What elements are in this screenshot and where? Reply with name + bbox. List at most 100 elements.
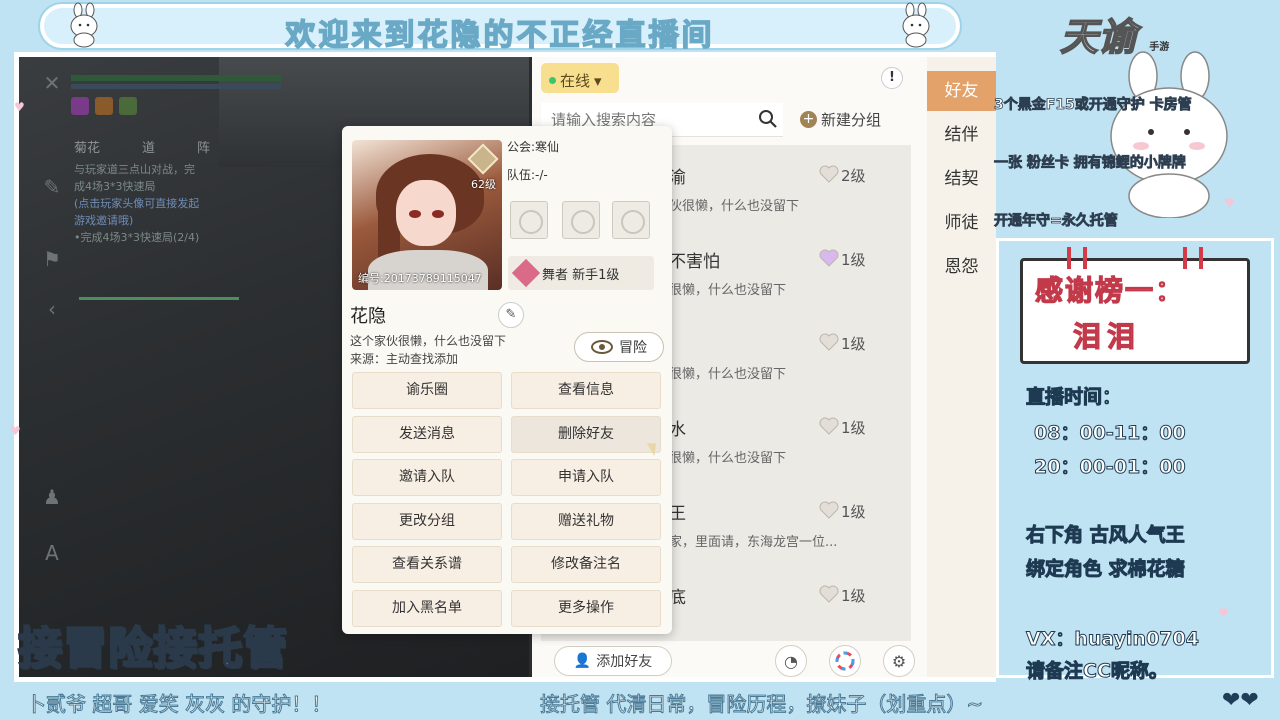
friend-panel-footer: 👤 添加好友 ◔ ⚙ — [532, 641, 927, 677]
friend-signature: 家，里面请，东海龙宫一位... — [669, 535, 838, 550]
scroll-icon[interactable]: ✎ — [37, 175, 67, 205]
equip-slot[interactable] — [510, 201, 548, 239]
flag-icon[interactable]: ⚑ — [37, 247, 67, 277]
quest-tab[interactable]: 阵 — [197, 137, 210, 156]
friend-level: 1级 — [841, 503, 866, 521]
edit-icon[interactable]: ✎ — [498, 302, 524, 328]
color-wheel-icon — [835, 651, 855, 671]
search-icon[interactable] — [758, 109, 778, 129]
pin-icon — [1183, 247, 1187, 269]
avatar-face — [396, 180, 456, 246]
profile-card: 62级 编号:20173789115047 公会:寒仙 队伍:-/- 舞者 新手… — [342, 126, 672, 634]
vx-contact: VX：huayin0704 — [1026, 628, 1200, 651]
bunny-mascot-icon — [902, 2, 930, 48]
heart-decor-icon: ♥ — [1218, 606, 1229, 620]
action-button[interactable]: 发送消息 — [352, 415, 502, 453]
action-button[interactable]: 查看关系谱 — [352, 546, 502, 583]
online-status-dropdown[interactable]: 在线 ▾ — [541, 63, 619, 93]
action-button[interactable]: 更多操作 — [511, 589, 661, 627]
hp-bar — [71, 75, 281, 81]
quest-tabs: 菊花 道 阵 — [74, 137, 210, 156]
action-button[interactable]: 谕乐圈 — [352, 372, 502, 409]
action-button[interactable]: 申请入队 — [511, 459, 661, 496]
friend-signature: 很懒，什么也没留下 — [669, 367, 787, 382]
text-mode-icon[interactable]: A — [37, 541, 67, 571]
tab-bond[interactable]: 结契 — [927, 159, 996, 199]
friend-signature: 伙很懒，什么也没留下 — [669, 199, 800, 214]
bunny-mascot-icon — [70, 2, 98, 48]
buff-icon — [95, 97, 113, 115]
quest-line: 成4场3*3快速局 — [74, 180, 156, 193]
character-icon[interactable]: ♟ — [37, 485, 67, 515]
thanks-title: 感谢榜一： — [1034, 273, 1186, 307]
online-status-label: 在线 — [560, 72, 591, 90]
mp-bar — [71, 84, 281, 89]
friend-level: 1级 — [841, 335, 866, 353]
quest-progress-text: •完成4场3*3快速局(2/4) — [74, 231, 200, 244]
adventure-label: 冒险 — [619, 340, 647, 356]
buff-icon — [71, 97, 89, 115]
eye-icon — [591, 340, 613, 354]
recent-contacts-button[interactable]: ◔ — [775, 645, 807, 677]
heart-decor-icon: ♥ — [14, 100, 25, 114]
action-button[interactable]: 修改备注名 — [511, 546, 661, 583]
equip-slot[interactable] — [612, 201, 650, 239]
heart-decor-icon: ♥ — [10, 424, 21, 438]
intimacy-heart-icon — [819, 333, 839, 351]
side-line: 3个黑金F15或开通守护 卡房管 — [994, 97, 1192, 114]
settings-button[interactable]: ⚙ — [883, 645, 915, 677]
stream-banner: 欢迎来到花隐的不正经直播间 — [40, 4, 960, 54]
quest-tab[interactable]: 菊花 — [74, 137, 100, 156]
action-button[interactable]: 查看信息 — [511, 372, 661, 409]
quest-tab[interactable]: 道 — [142, 137, 155, 156]
tab-friends[interactable]: 好友 — [927, 71, 996, 111]
info-button[interactable]: ! — [881, 67, 903, 89]
quest-progress-bar — [79, 297, 239, 300]
class-label: 舞者 新手1级 — [542, 267, 620, 283]
action-button[interactable]: 加入黑名单 — [352, 589, 502, 627]
live-time-1: 08：00-11：00 — [1034, 422, 1187, 445]
action-button[interactable]: 更改分组 — [352, 502, 502, 540]
bunny-mascot-icon — [1110, 51, 1228, 218]
team-label: 队伍:-/- — [507, 168, 548, 182]
adventure-button[interactable]: 冒险 — [574, 332, 664, 362]
action-button[interactable]: 删除好友 — [511, 415, 661, 453]
profile-signature: 这个家伙很懒，什么也没留下 — [350, 334, 507, 348]
guild-label: 公会:寒仙 — [507, 140, 560, 154]
hearts-icon: ❤❤ — [1222, 688, 1259, 713]
quest-line: (点击玩家头像可直接发起 — [74, 197, 200, 210]
friend-signature: 很懒，什么也没留下 — [669, 283, 787, 298]
social-tabs: 好友 结伴 结契 师徒 恩怨 — [927, 57, 996, 677]
intimacy-heart-icon — [819, 501, 839, 519]
action-button[interactable]: 赠送礼物 — [511, 502, 661, 540]
add-friend-button[interactable]: 👤 添加好友 — [554, 646, 672, 676]
tab-companion[interactable]: 结伴 — [927, 115, 996, 155]
ticker-right: 接托管 代清日常，冒险历程，撩妹子（划重点）~ — [539, 692, 984, 717]
profile-name: 花隐 — [350, 306, 386, 327]
heart-decor-icon: ♥ — [1224, 196, 1235, 210]
back-arrow-icon[interactable]: ‹ — [37, 297, 67, 327]
online-dot-icon — [549, 77, 556, 84]
profile-source: 来源：主动查找添加 — [350, 352, 459, 366]
new-group-button[interactable]: + 新建分组 — [800, 102, 904, 136]
pin-icon — [1083, 247, 1087, 269]
gear-icon: ⚙ — [891, 651, 907, 671]
ticker: 卜贰爷 超哥 爱笑 灰灰 的守护！！ 接托管 代清日常，冒险历程，撩妹子（划重点… — [0, 686, 1280, 720]
tab-mentor[interactable]: 师徒 — [927, 203, 996, 243]
chevron-down-icon: ▾ — [594, 71, 602, 90]
buff-icon — [119, 97, 137, 115]
add-friend-label: 添加好友 — [596, 654, 653, 670]
live-time-2: 20：00-01：00 — [1034, 456, 1187, 479]
banner-title: 欢迎来到花隐的不正经直播间 — [285, 17, 715, 54]
pin-icon — [1067, 247, 1071, 269]
equip-slot[interactable] — [562, 201, 600, 239]
quest-line: 与玩家道三点山对战，完 — [74, 163, 195, 176]
tab-grudge[interactable]: 恩怨 — [927, 247, 996, 287]
quest-tracker[interactable]: 与玩家道三点山对战，完 成4场3*3快速局 (点击玩家头像可直接发起 游戏邀请哦… — [74, 161, 254, 301]
color-wheel-button[interactable] — [829, 645, 861, 677]
promo-line: 右下角 古风人气王 — [1026, 524, 1186, 547]
crossed-swords-icon[interactable]: ✕ — [37, 71, 67, 101]
vx-note: 请备注CC昵称。 — [1026, 660, 1169, 683]
action-button[interactable]: 邀请入队 — [352, 459, 502, 496]
avatar[interactable]: 62级 编号:20173789115047 — [352, 140, 502, 290]
